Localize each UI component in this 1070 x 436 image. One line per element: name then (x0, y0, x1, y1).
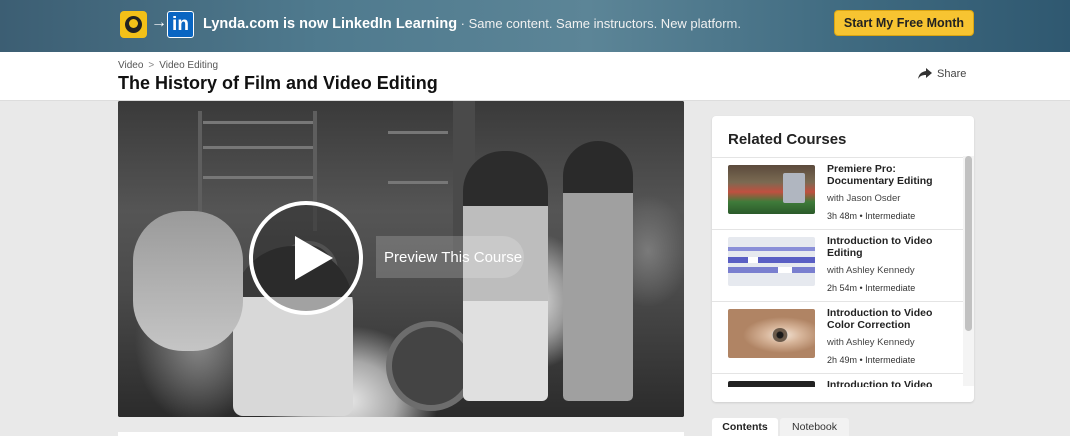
related-scrollbar-thumb[interactable] (965, 156, 972, 331)
course-author: with Ashley Kennedy (827, 265, 915, 276)
tab-notebook[interactable]: Notebook (780, 418, 849, 436)
course-title: Premiere Pro: Documentary Editing (827, 163, 933, 187)
play-icon (295, 236, 333, 280)
breadcrumb-video-link[interactable]: Video (118, 60, 143, 71)
breadcrumb-separator: > (148, 60, 155, 71)
course-meta: 2h 54m • Intermediate (827, 283, 916, 293)
course-author: with Jason Osder (827, 193, 901, 204)
linkedin-logo-icon: in (167, 11, 194, 38)
course-header: Video > Video Editing The History of Fil… (0, 52, 1070, 101)
banner-headline: Lynda.com is now LinkedIn Learning (203, 16, 458, 32)
start-free-month-button[interactable]: Start My Free Month (834, 10, 974, 36)
course-meta: 2h 49m • Intermediate (827, 355, 916, 365)
tab-contents[interactable]: Contents (712, 418, 778, 436)
related-course-item[interactable]: Introduction to Video (712, 373, 964, 387)
banner-subline: · Same content. Same instructors. New pl… (457, 16, 741, 31)
related-courses-list: Premiere Pro: Documentary Editing with J… (712, 157, 964, 387)
share-arrow-icon (918, 68, 932, 79)
share-button[interactable]: Share (918, 68, 966, 80)
related-course-item[interactable]: Introduction to Video Color Correction w… (712, 301, 964, 373)
course-thumbnail (728, 165, 815, 214)
course-title: Introduction to Video (827, 379, 933, 387)
course-thumbnail (728, 237, 815, 286)
related-courses-title: Related Courses (728, 131, 847, 148)
course-author: with Ashley Kennedy (827, 337, 915, 348)
breadcrumb-video-editing-link[interactable]: Video Editing (159, 60, 218, 71)
breadcrumb: Video > Video Editing (118, 60, 218, 71)
course-thumbnail (728, 381, 815, 387)
promo-banner: → in Lynda.com is now LinkedIn Learning … (0, 0, 1070, 52)
course-details-area (118, 432, 684, 436)
related-course-item[interactable]: Premiere Pro: Documentary Editing with J… (712, 157, 964, 229)
preview-course-label[interactable]: Preview This Course (376, 236, 524, 278)
related-courses-panel: Related Courses Premiere Pro: Documentar… (712, 116, 974, 402)
banner-message: Lynda.com is now LinkedIn Learning · Sam… (203, 15, 741, 32)
course-title: Introduction to Video Editing (827, 235, 933, 259)
course-preview-video[interactable]: Preview This Course (118, 101, 684, 417)
page-title: The History of Film and Video Editing (118, 73, 438, 93)
related-course-item[interactable]: Introduction to Video Editing with Ashle… (712, 229, 964, 301)
course-title: Introduction to Video Color Correction (827, 307, 933, 331)
course-meta: 3h 48m • Intermediate (827, 211, 916, 221)
lynda-logo-icon (120, 11, 147, 38)
arrow-right-icon: → (151, 14, 167, 31)
course-thumbnail (728, 309, 815, 358)
share-label: Share (937, 68, 967, 80)
